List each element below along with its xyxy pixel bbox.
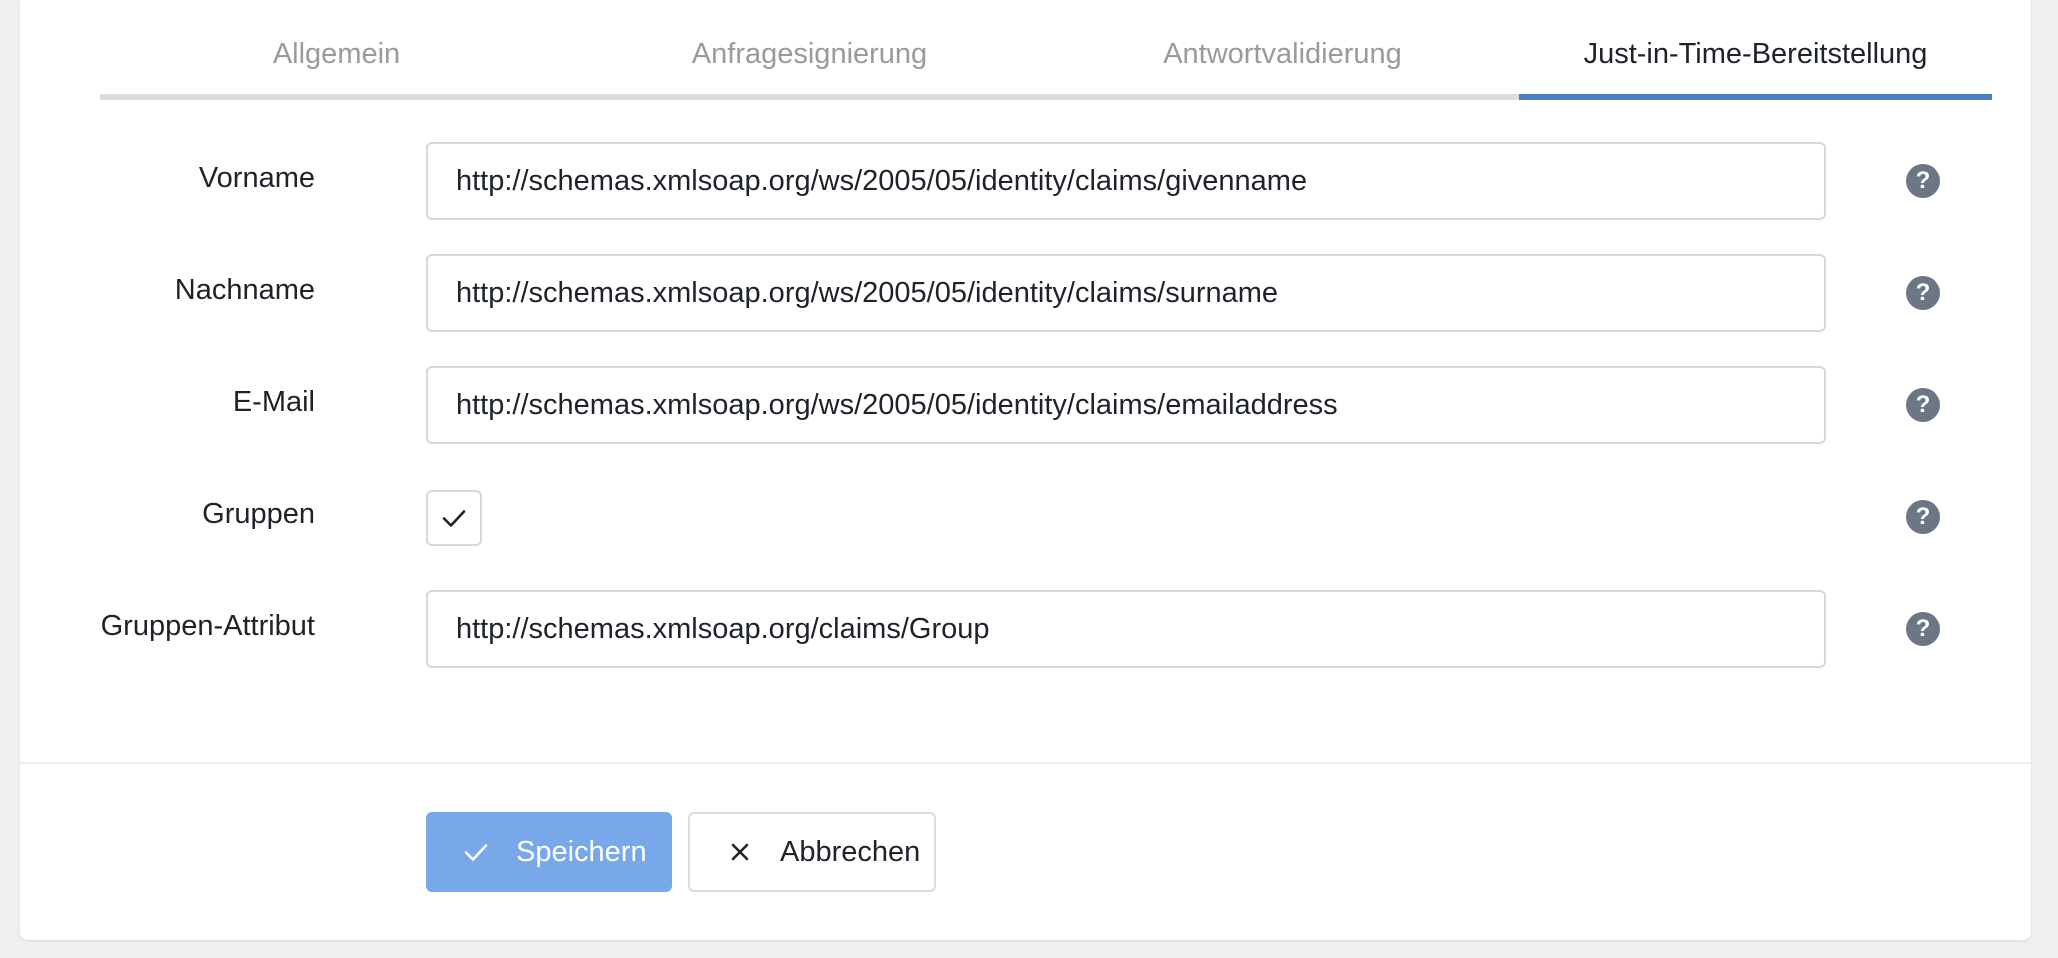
group-attribute-label: Gruppen-Attribut	[100, 610, 315, 642]
form-row-groups: Gruppen ?	[20, 478, 2031, 558]
cancel-button[interactable]: Abbrechen	[688, 812, 936, 892]
groups-label: Gruppen	[202, 498, 315, 530]
help-icon[interactable]: ?	[1906, 612, 1940, 646]
footer-divider	[20, 762, 2031, 764]
help-icon[interactable]: ?	[1906, 164, 1940, 198]
check-icon	[442, 510, 466, 527]
first-name-label: Vorname	[198, 162, 315, 194]
tab-allgemein[interactable]: Allgemein	[100, 0, 573, 100]
last-name-label: Nachname	[174, 274, 315, 306]
save-button-label: Speichern	[516, 835, 647, 868]
last-name-input[interactable]	[426, 254, 1826, 332]
check-icon	[462, 838, 490, 866]
settings-card: Allgemein Anfragesignierung Antwortvalid…	[20, 0, 2031, 940]
help-icon-glyph: ?	[1915, 615, 1931, 642]
email-label: E-Mail	[232, 386, 315, 418]
help-icon[interactable]: ?	[1906, 500, 1940, 534]
close-icon	[726, 838, 754, 866]
help-icon[interactable]: ?	[1906, 388, 1940, 422]
tab-bar: Allgemein Anfragesignierung Antwortvalid…	[100, 0, 1992, 100]
form-row-last-name: Nachname ?	[20, 254, 2031, 334]
help-icon-glyph: ?	[1915, 503, 1931, 530]
cancel-button-label: Abbrechen	[780, 835, 921, 868]
form-row-first-name: Vorname ?	[20, 142, 2031, 222]
tab-just-in-time-bereitstellung[interactable]: Just-in-Time-Bereitstellung	[1519, 0, 1992, 100]
group-attribute-input[interactable]	[426, 590, 1826, 668]
help-icon-glyph: ?	[1915, 167, 1931, 194]
form-row-email: E-Mail ?	[20, 366, 2031, 446]
help-icon-glyph: ?	[1915, 279, 1931, 306]
help-icon-glyph: ?	[1915, 391, 1931, 418]
tab-antwortvalidierung[interactable]: Antwortvalidierung	[1046, 0, 1519, 100]
tab-anfragesignierung[interactable]: Anfragesignierung	[573, 0, 1046, 100]
email-input[interactable]	[426, 366, 1826, 444]
form-row-group-attribute: Gruppen-Attribut ?	[20, 590, 2031, 670]
groups-checkbox[interactable]	[426, 490, 482, 546]
save-button[interactable]: Speichern	[426, 812, 672, 892]
help-icon[interactable]: ?	[1906, 276, 1940, 310]
first-name-input[interactable]	[426, 142, 1826, 220]
